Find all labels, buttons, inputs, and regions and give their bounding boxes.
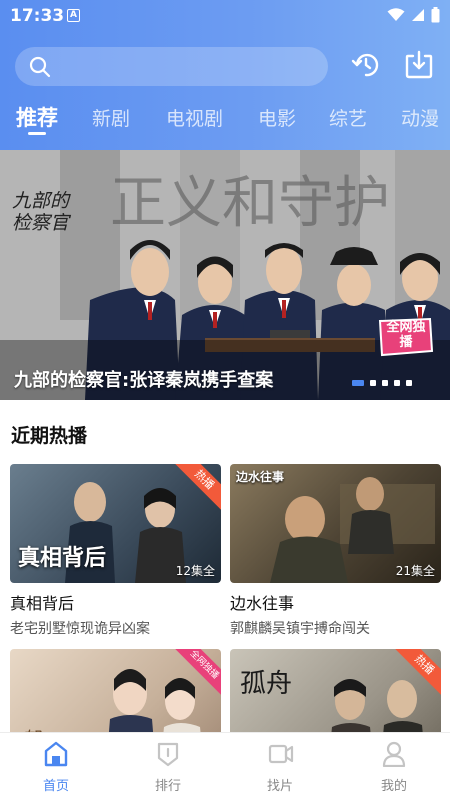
tab-recommend[interactable]: 推荐 bbox=[16, 102, 58, 132]
download-icon[interactable] bbox=[404, 50, 434, 80]
tab-tv-series[interactable]: 电视剧 bbox=[166, 104, 223, 131]
episode-count: 12集全 bbox=[175, 564, 215, 578]
notification-icon: A bbox=[67, 9, 80, 22]
pagination-dot[interactable] bbox=[370, 380, 376, 386]
nav-profile[interactable]: 我的 bbox=[338, 733, 450, 800]
tab-new-series[interactable]: 新剧 bbox=[92, 104, 130, 131]
profile-icon bbox=[382, 741, 406, 767]
nav-label: 找片 bbox=[266, 779, 293, 794]
drama-thumbnail[interactable]: 真相背后 热播 12集全 bbox=[10, 464, 221, 583]
banner-pagination bbox=[352, 380, 412, 386]
signal-icon bbox=[412, 9, 424, 21]
pagination-dot[interactable] bbox=[394, 380, 400, 386]
ranking-icon bbox=[157, 742, 179, 767]
nav-label: 排行 bbox=[154, 779, 181, 794]
nav-ranking[interactable]: 排行 bbox=[112, 733, 224, 800]
active-tab-indicator bbox=[28, 132, 46, 135]
app-screen: 17:33 A 推荐 新剧 电视剧 电影 综艺 动漫 正义和守护 九部的检察官 … bbox=[0, 0, 450, 800]
drama-card[interactable]: 真相背后 热播 12集全 真相背后 老宅别墅惊现诡异凶案 bbox=[10, 464, 221, 638]
category-tabs: 推荐 新剧 电视剧 电影 综艺 动漫 bbox=[0, 100, 450, 136]
drama-thumbnail[interactable]: 边水往事 21集全 bbox=[230, 464, 441, 583]
banner-caption: 九部的检察官:张译秦岚携手查案 bbox=[14, 370, 274, 391]
wifi-icon bbox=[387, 8, 405, 21]
episode-count: 21集全 bbox=[395, 564, 435, 578]
section-title: 近期热播 bbox=[11, 425, 88, 447]
svg-text:正义和守护: 正义和守护 bbox=[110, 171, 390, 236]
bottom-navigation: 首页 排行 找片 我的 bbox=[0, 732, 450, 800]
drama-title: 真相背后 bbox=[10, 594, 75, 613]
tab-variety[interactable]: 综艺 bbox=[329, 104, 367, 131]
drama-description: 郭麒麟吴镇宇搏命闯关 bbox=[230, 621, 370, 637]
exclusive-badge-label: 全网独播 bbox=[386, 320, 426, 350]
tab-movies[interactable]: 电影 bbox=[258, 104, 296, 131]
thumbnail-title-text: 孤舟 bbox=[240, 669, 293, 699]
nav-label: 我的 bbox=[380, 779, 407, 794]
pagination-dot[interactable] bbox=[382, 380, 388, 386]
pagination-dot[interactable] bbox=[406, 380, 412, 386]
hero-banner[interactable]: 正义和守护 九部的检察官 九部的检察官:张译秦岚携手查案 bbox=[0, 150, 450, 400]
status-indicators bbox=[387, 7, 440, 23]
video-camera-icon bbox=[268, 744, 294, 764]
home-icon bbox=[44, 741, 68, 767]
thumbnail-title-text: 真相背后 bbox=[18, 546, 107, 571]
history-icon[interactable] bbox=[351, 50, 381, 80]
thumbnail-title-text: 边水往事 bbox=[236, 470, 285, 484]
search-input[interactable] bbox=[15, 47, 328, 86]
drama-description: 老宅别墅惊现诡异凶案 bbox=[10, 621, 150, 637]
tab-anime[interactable]: 动漫 bbox=[401, 104, 439, 131]
drama-card[interactable]: 边水往事 21集全 边水往事 郭麒麟吴镇宇搏命闯关 bbox=[230, 464, 441, 638]
header: 17:33 A 推荐 新剧 电视剧 电影 综艺 动漫 bbox=[0, 0, 450, 150]
hot-tag: 热播 bbox=[173, 464, 221, 512]
exclusive-tag: 全网独播 bbox=[173, 649, 221, 697]
battery-icon bbox=[431, 7, 440, 23]
pagination-dot[interactable] bbox=[352, 380, 364, 386]
banner-calligraphy: 九部的检察官 bbox=[12, 190, 70, 234]
status-time: 17:33 bbox=[10, 6, 65, 26]
status-bar: 17:33 A bbox=[0, 0, 450, 32]
hot-tag: 热播 bbox=[393, 649, 441, 697]
banner-poster-image: 正义和守护 bbox=[0, 150, 450, 400]
drama-title: 边水往事 bbox=[230, 594, 295, 613]
exclusive-badge: 全网独播 bbox=[376, 317, 434, 357]
search-icon bbox=[29, 56, 51, 78]
nav-home[interactable]: 首页 bbox=[0, 733, 112, 800]
nav-find[interactable]: 找片 bbox=[224, 733, 336, 800]
nav-label: 首页 bbox=[42, 779, 69, 794]
